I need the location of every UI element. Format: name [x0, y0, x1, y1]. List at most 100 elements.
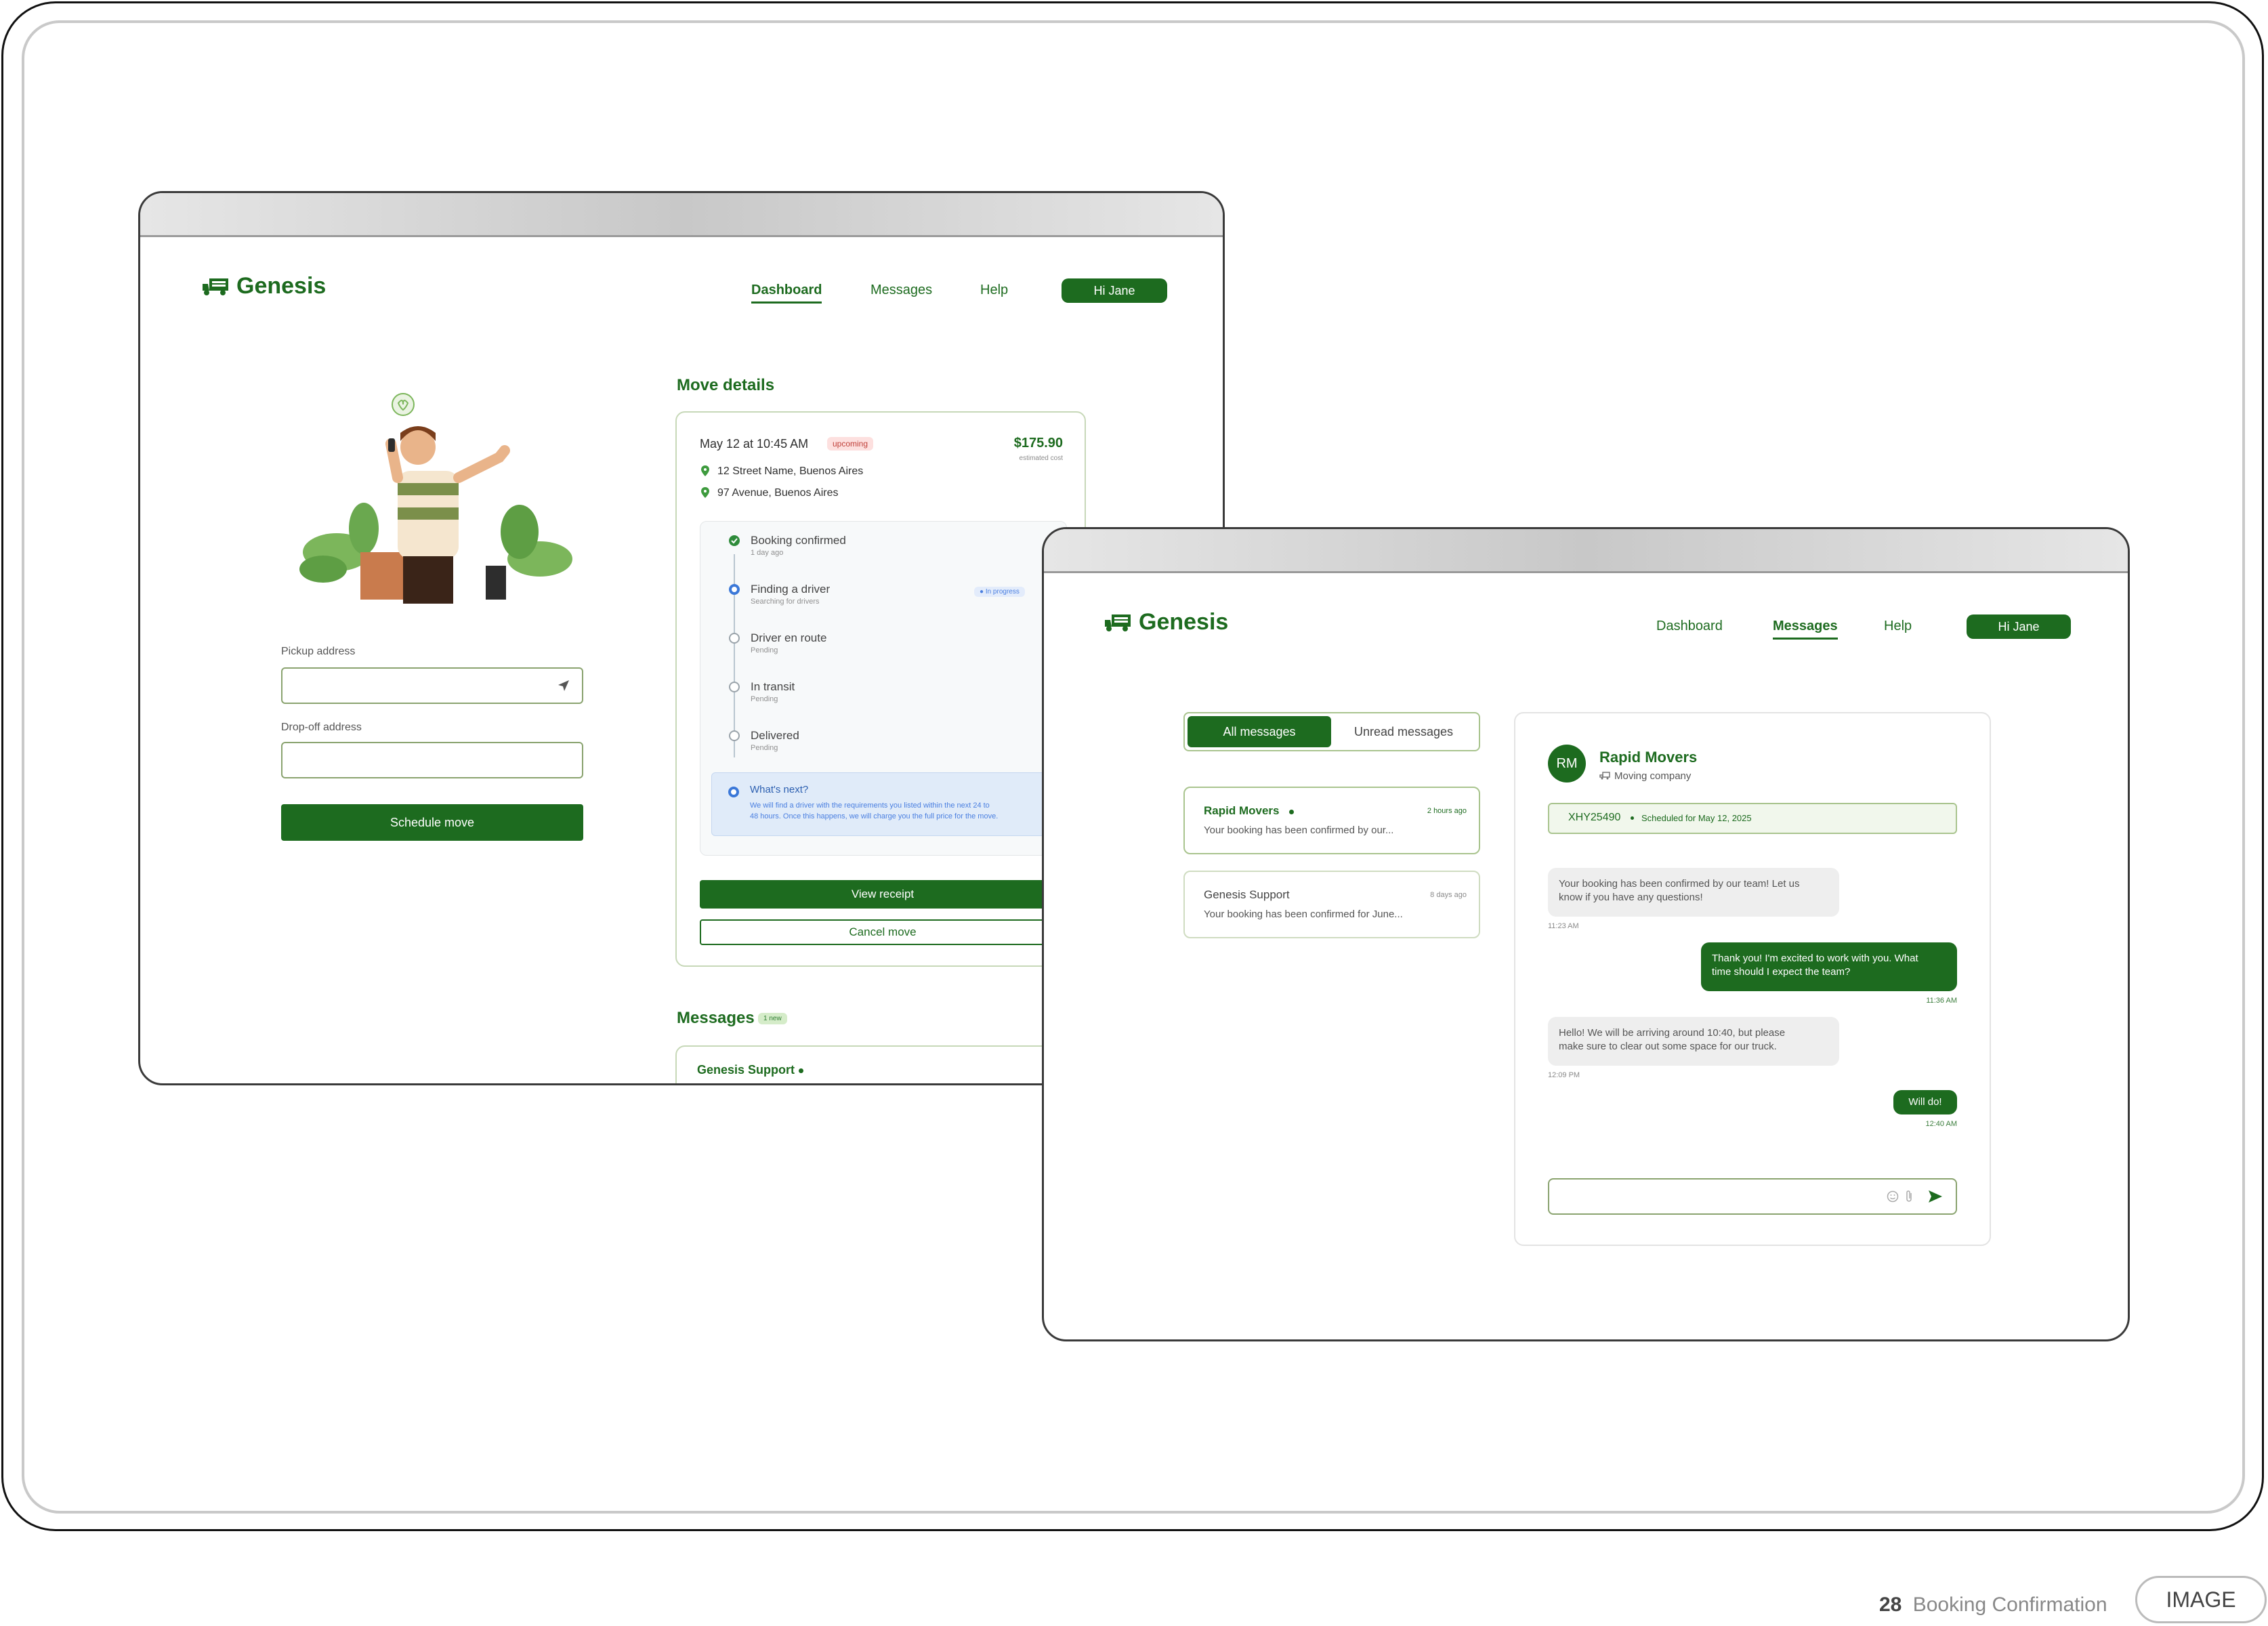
- message-line: time should I expect the team?: [1712, 966, 1851, 978]
- progress-steps-panel: Booking confirmed 1 day ago Finding a dr…: [700, 521, 1067, 856]
- nav-dashboard[interactable]: Dashboard: [751, 283, 822, 304]
- image-tag-pill: IMAGE: [2135, 1576, 2267, 1623]
- attachment-icon[interactable]: [1906, 1190, 1914, 1203]
- user-menu-button[interactable]: Hi Jane: [1062, 278, 1167, 303]
- pickup-label: Pickup address: [281, 646, 356, 657]
- from-address: 12 Street Name, Buenos Aires: [717, 465, 864, 477]
- pickup-address-input[interactable]: [281, 667, 583, 704]
- thread-sender: Genesis Support: [1204, 888, 1290, 901]
- message-line: Your booking has been confirmed by our t…: [1559, 878, 1800, 890]
- info-circle-icon: [728, 787, 739, 797]
- unread-dot: [799, 1068, 803, 1073]
- brand-logo[interactable]: Genesis: [1104, 609, 1228, 635]
- step-title: Delivered: [751, 729, 799, 742]
- thread-sender: Rapid Movers: [1204, 804, 1280, 817]
- whats-next-line: We will find a driver with the requireme…: [750, 801, 990, 810]
- schedule-move-button[interactable]: Schedule move: [281, 804, 583, 841]
- message-line: make sure to clear out some space for ou…: [1559, 1041, 1777, 1052]
- conversation-subtitle: Moving company: [1614, 770, 1692, 782]
- message-line: know if you have any questions!: [1559, 892, 1703, 903]
- move-details-title: Move details: [677, 376, 775, 394]
- brand-logo[interactable]: Genesis: [201, 273, 326, 299]
- send-icon[interactable]: [1927, 1189, 1944, 1204]
- price: $175.90: [1013, 436, 1063, 451]
- in-progress-circle-icon: [729, 584, 740, 595]
- message-time: 11:36 AM: [1926, 997, 1957, 1005]
- truck-icon: [203, 278, 228, 295]
- location-arrow-icon[interactable]: [558, 680, 570, 692]
- new-messages-badge: 1 new: [758, 1013, 787, 1024]
- dropoff-address-input[interactable]: [281, 742, 583, 778]
- unread-dot: [1289, 810, 1294, 814]
- user-menu-button[interactable]: Hi Jane: [1967, 614, 2071, 639]
- separator-dot: [1631, 816, 1634, 820]
- emoji-icon[interactable]: [1887, 1190, 1899, 1203]
- thread-time: 8 days ago: [1430, 891, 1467, 899]
- price-note: estimated cost: [1019, 455, 1063, 462]
- step-title: Driver en route: [751, 631, 827, 644]
- message-bubble-outgoing: Thank you! I'm excited to work with you.…: [1701, 942, 1957, 991]
- to-address: 97 Avenue, Buenos Aires: [717, 487, 839, 499]
- booking-reference-bar: XHY25490 Scheduled for May 12, 2025: [1548, 803, 1957, 834]
- message-time: 12:09 PM: [1548, 1071, 1580, 1079]
- message-preview-card[interactable]: Genesis Support: [675, 1045, 1086, 1083]
- tab-all-messages[interactable]: All messages: [1188, 716, 1331, 747]
- messages-window: Genesis Dashboard Messages Help Hi Jane …: [1042, 527, 2130, 1341]
- thread-time: 2 hours ago: [1427, 807, 1467, 815]
- check-circle-icon: [729, 535, 740, 546]
- status-badge: upcoming: [827, 437, 874, 451]
- thread-item-genesis-support[interactable]: Genesis Support 8 days ago Your booking …: [1183, 871, 1480, 938]
- view-receipt-button[interactable]: View receipt: [700, 880, 1066, 909]
- whats-next-box: What's next? We will find a driver with …: [711, 772, 1065, 836]
- nav-help[interactable]: Help: [1884, 619, 1912, 634]
- nav-messages[interactable]: Messages: [1773, 619, 1838, 640]
- move-details-card: May 12 at 10:45 AM upcoming $175.90 esti…: [675, 411, 1086, 967]
- step-title: Booking confirmed: [751, 534, 846, 547]
- brand-name: Genesis: [236, 273, 327, 299]
- conversation-name: Rapid Movers: [1599, 749, 1698, 766]
- pending-circle-icon: [729, 682, 740, 692]
- message-bubble-incoming: Hello! We will be arriving around 10:40,…: [1548, 1017, 1839, 1066]
- step-sub: 1 day ago: [751, 549, 784, 557]
- window-titlebar: [140, 193, 1223, 237]
- booking-schedule: Scheduled for May 12, 2025: [1641, 813, 1752, 823]
- message-filter-tabs: All messages Unread messages: [1183, 712, 1480, 751]
- section-title: Booking Confirmation: [1912, 1593, 2107, 1616]
- message-line: Will do!: [1908, 1096, 1942, 1108]
- footer-caption: 28 Booking Confirmation: [1879, 1593, 2107, 1617]
- nav-dashboard[interactable]: Dashboard: [1656, 619, 1723, 634]
- message-line: Hello! We will be arriving around 10:40,…: [1559, 1027, 1786, 1039]
- truck-small-icon: [1599, 772, 1610, 780]
- pending-circle-icon: [729, 633, 740, 644]
- message-bubble-outgoing: Will do!: [1893, 1090, 1957, 1114]
- whats-next-title: What's next?: [750, 784, 809, 795]
- nav-help[interactable]: Help: [980, 283, 1008, 298]
- tab-unread-messages[interactable]: Unread messages: [1331, 716, 1476, 747]
- thread-item-rapid-movers[interactable]: Rapid Movers 2 hours ago Your booking ha…: [1183, 787, 1480, 854]
- truck-icon: [1105, 614, 1131, 631]
- thread-preview: Your booking has been confirmed for June…: [1204, 909, 1403, 920]
- step-title: Finding a driver: [751, 583, 831, 596]
- step-sub: Pending: [751, 695, 778, 703]
- thread-preview: Your booking has been confirmed by our..…: [1204, 825, 1394, 836]
- window-titlebar: [1044, 529, 2128, 573]
- step-sub: Searching for drivers: [751, 598, 820, 606]
- message-sender: Genesis Support: [697, 1063, 795, 1077]
- move-date: May 12 at 10:45 AM: [700, 437, 809, 451]
- avatar: RM: [1548, 745, 1586, 783]
- in-progress-badge: ● In progress: [974, 587, 1025, 597]
- message-line: Thank you! I'm excited to work with you.…: [1712, 953, 1918, 964]
- pending-circle-icon: [729, 730, 740, 741]
- message-composer[interactable]: [1548, 1178, 1957, 1215]
- dropoff-label: Drop-off address: [281, 722, 362, 733]
- page-number: 28: [1879, 1593, 1902, 1616]
- map-pin-icon: [701, 465, 709, 476]
- cancel-move-button[interactable]: Cancel move: [700, 919, 1066, 945]
- booking-code: XHY25490: [1568, 812, 1621, 823]
- step-sub: Pending: [751, 646, 778, 654]
- brand-name: Genesis: [1139, 609, 1229, 635]
- nav-messages[interactable]: Messages: [870, 283, 932, 298]
- conversation-panel: RM Rapid Movers Moving company XHY25490 …: [1514, 712, 1991, 1246]
- person-on-phone-illustration: [299, 393, 572, 604]
- step-title: In transit: [751, 680, 795, 693]
